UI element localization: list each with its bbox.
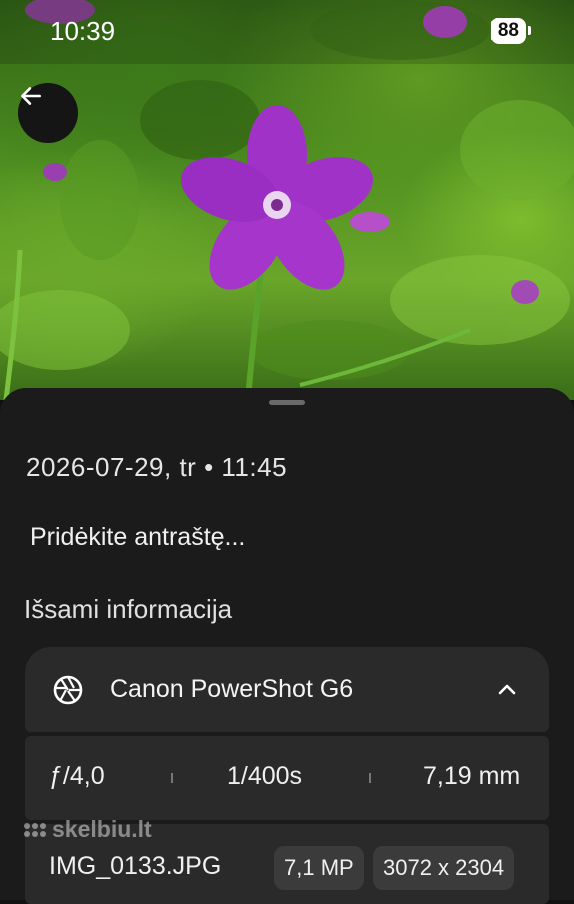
megapixels-chip: 7,1 MP [274,846,364,890]
watermark-text: skelbiu.lt [52,816,152,842]
photo-viewer[interactable]: 10:39 88 [0,0,574,400]
section-title: Išsami informacija [24,594,233,624]
camera-card[interactable]: Canon PowerShot G6 [25,647,549,732]
shutter-value: 1/400s [227,762,303,790]
arrow-left-icon [21,87,41,105]
status-time: 10:39 [50,16,116,46]
photo-date: 2026-07-29, tr [26,452,197,482]
camera-name: Canon PowerShot G6 [110,675,354,703]
file-name: IMG_0133.JPG [49,852,222,880]
status-icons: 88 [490,18,532,44]
drag-handle[interactable] [269,400,305,405]
back-button[interactable] [18,83,78,143]
details-sheet[interactable]: 2026-07-29, tr • 11:45 Pridėkite antrašt… [0,388,574,904]
battery-indicator: 88 [490,18,532,44]
watermark: skelbiu.lt [24,816,152,843]
caption-input[interactable]: Pridėkite antraštę... [30,523,245,552]
focal-length-value: 7,19 mm [423,762,521,790]
chevron-up-icon[interactable] [495,677,519,701]
separator-dot: • [204,452,222,482]
exif-row: ƒ/4,0 1/400s 7,19 mm [25,736,549,820]
divider [369,773,371,783]
photo-time: 11:45 [221,452,288,482]
divider [171,773,173,783]
aperture-value: ƒ/4,0 [49,762,105,790]
camera-aperture-icon [53,675,83,705]
status-bar: 10:39 88 [0,0,574,64]
watermark-logo-icon [24,822,46,837]
resolution-chip: 3072 x 2304 [373,846,515,890]
photo-datetime: 2026-07-29, tr • 11:45 [26,452,287,483]
